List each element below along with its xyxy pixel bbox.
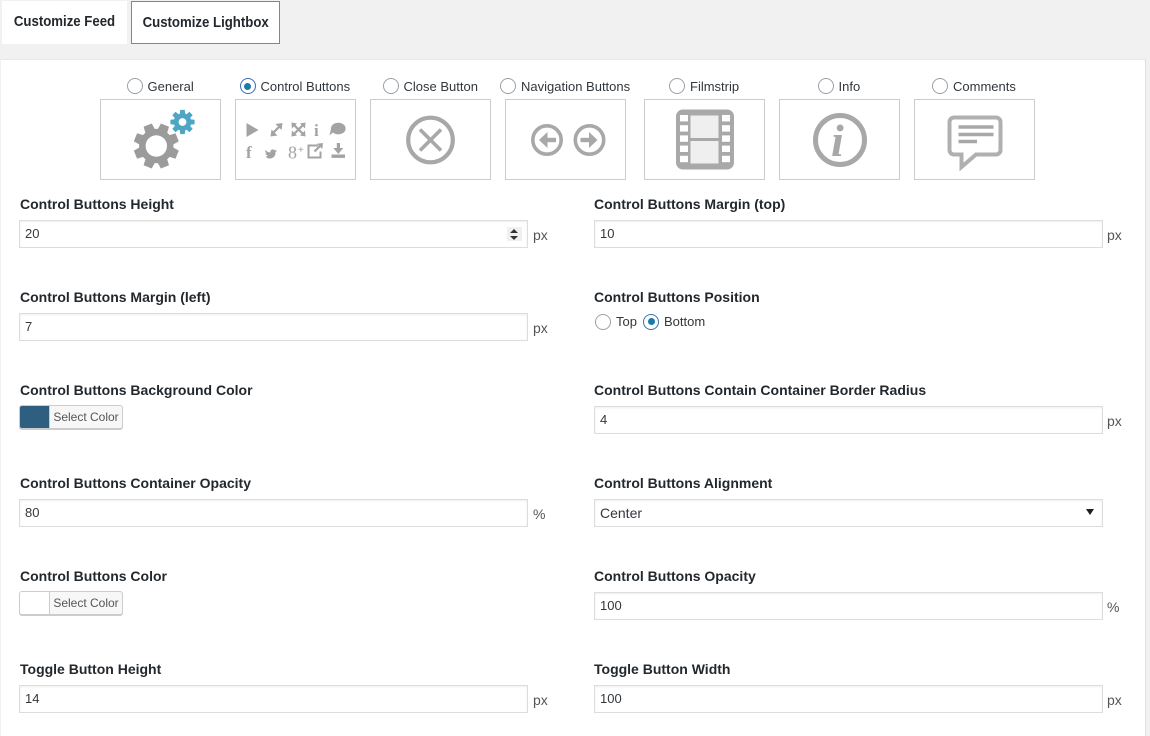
svg-text:f: f <box>246 143 252 162</box>
svg-text:i: i <box>314 121 319 140</box>
svg-text:+: + <box>298 145 304 156</box>
svg-text:i: i <box>831 115 844 166</box>
svg-text:8: 8 <box>288 143 297 163</box>
